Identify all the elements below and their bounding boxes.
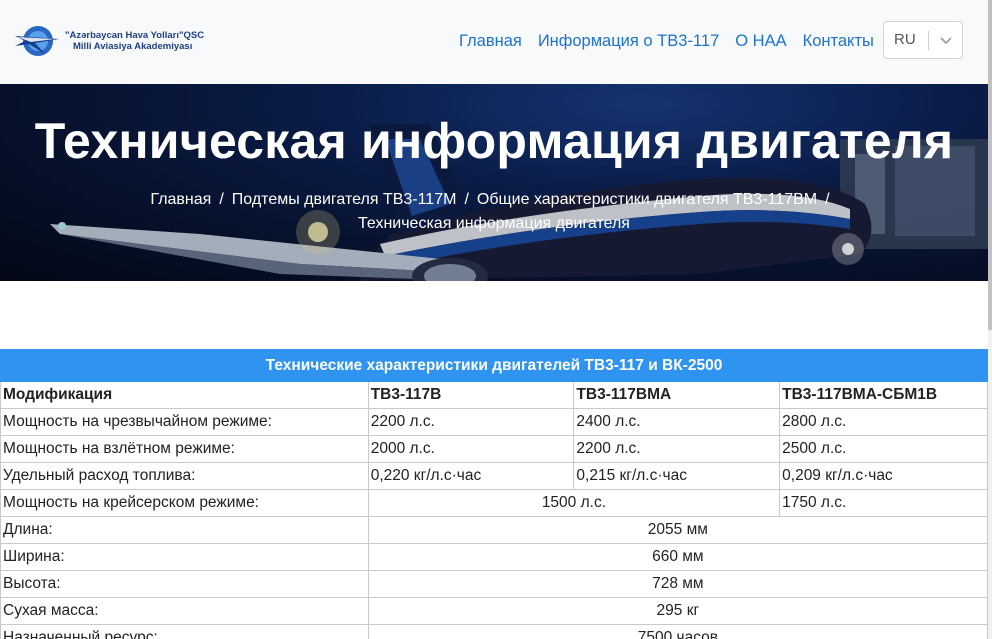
- logo-text: "Azərbaycan Hava Yolları"QSC Milli Avias…: [65, 30, 204, 52]
- cell-value: 2055 мм: [367, 516, 989, 544]
- cell-value: 0,220 кг/л.с·час: [367, 462, 575, 490]
- row-label: Сухая масса:: [0, 597, 369, 625]
- logo-line-2: Milli Aviasiya Akademiyası: [73, 41, 193, 52]
- cell-value: 2200 л.с.: [573, 435, 781, 463]
- logo-line-1: "Azərbaycan Hava Yolları"QSC: [65, 30, 205, 41]
- logo[interactable]: "Azərbaycan Hava Yolları"QSC Milli Avias…: [15, 24, 204, 58]
- scrollbar-thumb[interactable]: [988, 0, 992, 330]
- breadcrumb: Главная / Подтемы двигателя ТВ3-117М / Общие…: [0, 188, 988, 236]
- nav-contacts[interactable]: Контакты: [803, 32, 874, 51]
- table-row: Высота: 728 мм: [0, 570, 989, 598]
- cell-value: 728 мм: [367, 570, 989, 598]
- breadcrumb-general[interactable]: Общие характеристики двигателя ТВ3-117ВМ: [477, 191, 817, 208]
- language-divider: [928, 31, 929, 50]
- table-header-row: Модификация ТВ3-117В ТВ3-117ВМА ТВ3-117В…: [0, 381, 988, 409]
- cell-value: 1750 л.с.: [779, 489, 988, 517]
- cell-value: 2400 л.с.: [573, 408, 781, 436]
- table-row: Мощность на крейсерском режиме: 1500 л.с…: [0, 489, 988, 517]
- row-label: Мощность на чрезвычайном режиме:: [0, 408, 369, 436]
- cell-value: 1500 л.с.: [367, 489, 781, 517]
- header-cell: ТВ3-117ВМА: [573, 381, 781, 409]
- row-label: Мощность на крейсерском режиме:: [0, 489, 369, 517]
- page-title: Техническая информация двигателя: [34, 113, 954, 169]
- cell-value: 7500 часов: [367, 624, 989, 639]
- table-row: Сухая масса: 295 кг: [0, 597, 989, 625]
- breadcrumb-subtopics[interactable]: Подтемы двигателя ТВ3-117М: [232, 191, 457, 208]
- table-caption: Технические характеристики двигателей ТВ…: [0, 349, 988, 382]
- hero-banner: Техническая информация двигателя Главная…: [0, 84, 988, 281]
- row-label: Длина:: [0, 516, 369, 544]
- nav-about[interactable]: О НАА: [735, 32, 786, 51]
- row-label: Назначенный ресурс:: [0, 624, 369, 639]
- cell-value: 0,209 кг/л.с·час: [779, 462, 988, 490]
- row-label: Ширина:: [0, 543, 369, 571]
- cell-value: 295 кг: [367, 597, 989, 625]
- language-value: RU: [894, 31, 916, 48]
- main-nav: Главная Информация о ТВ3-117 О НАА Конта…: [459, 32, 890, 51]
- table-row: Мощность на чрезвычайном режиме: 2200 л.…: [0, 408, 988, 436]
- academy-logo-icon: [15, 26, 59, 56]
- table-row: Удельный расход топлива: 0,220 кг/л.с·ча…: [0, 462, 988, 490]
- row-label: Мощность на взлётном режиме:: [0, 435, 369, 463]
- table-row: Назначенный ресурс: 7500 часов: [0, 624, 989, 639]
- header-cell: Модификация: [0, 381, 369, 409]
- breadcrumb-separator: /: [825, 191, 830, 208]
- language-select[interactable]: RU: [883, 21, 963, 59]
- breadcrumb-separator: /: [219, 191, 224, 208]
- nav-home[interactable]: Главная: [459, 32, 522, 51]
- breadcrumb-home[interactable]: Главная: [150, 191, 211, 208]
- site-header: "Azərbaycan Hava Yolları"QSC Milli Avias…: [0, 0, 988, 84]
- table-row: Длина: 2055 мм: [0, 516, 989, 544]
- breadcrumb-current: Техническая информация двигателя: [358, 215, 630, 232]
- row-label: Удельный расход топлива:: [0, 462, 369, 490]
- row-label: Высота:: [0, 570, 369, 598]
- cell-value: 660 мм: [367, 543, 989, 571]
- table-row: Мощность на взлётном режиме: 2000 л.с. 2…: [0, 435, 988, 463]
- cell-value: 2800 л.с.: [779, 408, 988, 436]
- header-cell: ТВ3-117В: [367, 381, 575, 409]
- chevron-down-icon: [940, 37, 952, 45]
- breadcrumb-separator: /: [464, 191, 469, 208]
- cell-value: 0,215 кг/л.с·час: [573, 462, 781, 490]
- cell-value: 2500 л.с.: [779, 435, 988, 463]
- nav-tv3-info[interactable]: Информация о ТВ3-117: [538, 32, 719, 51]
- cell-value: 2200 л.с.: [367, 408, 575, 436]
- engine-specs-table: Технические характеристики двигателей ТВ…: [0, 349, 989, 639]
- cell-value: 2000 л.с.: [367, 435, 575, 463]
- header-cell: ТВ3-117ВМА-СБМ1В: [779, 381, 988, 409]
- table-row: Ширина: 660 мм: [0, 543, 989, 571]
